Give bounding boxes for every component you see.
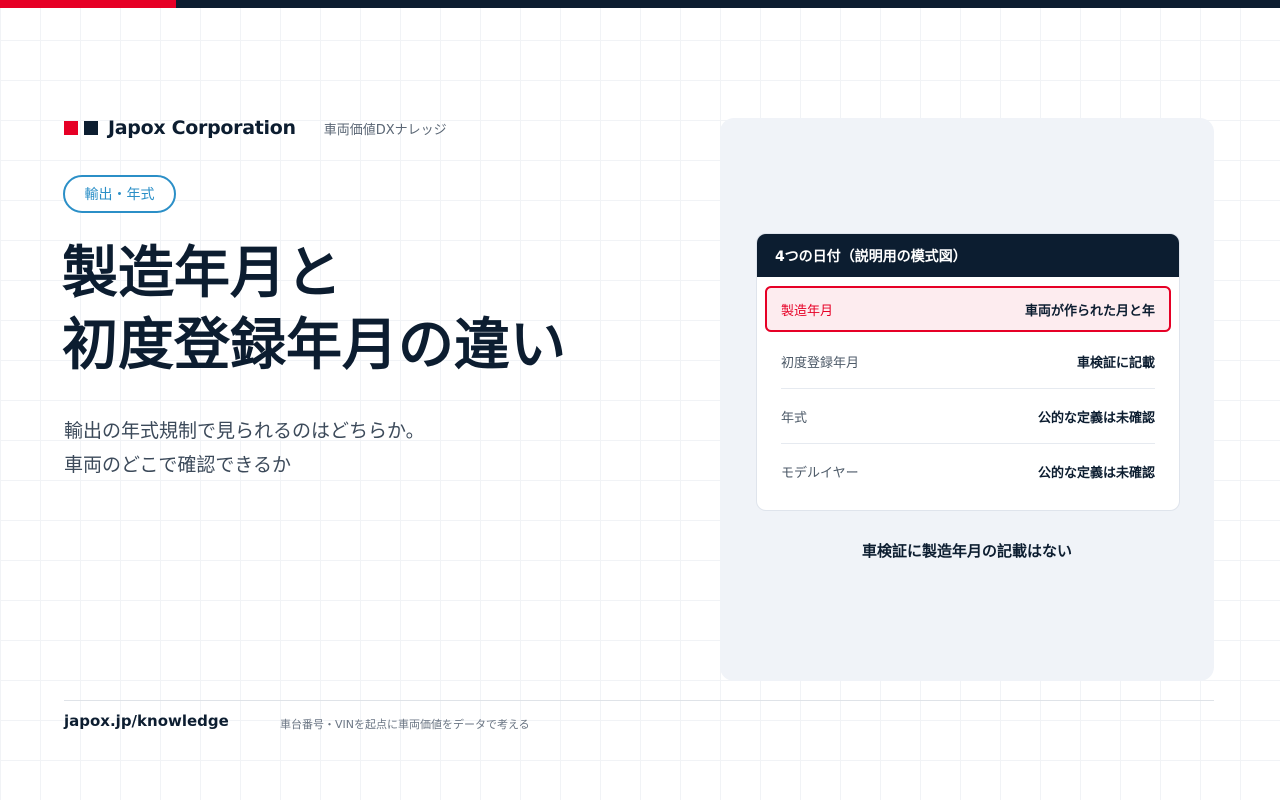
date-row-label: 初度登録年月: [781, 355, 860, 371]
logo-red-square: [64, 121, 78, 135]
date-row-value: 公的な定義は未確認: [1037, 410, 1155, 426]
brand-name: Japox Corporation: [108, 117, 296, 139]
brand-subtitle: 車両価値DXナレッジ: [323, 122, 447, 138]
page-subtitle-line-2: 車両のどこで確認できるか: [64, 454, 292, 476]
page-subtitle-line-1: 輸出の年式規制で見られるのはどちらか。: [64, 420, 425, 442]
date-row-first-registration: 初度登録年月 車検証に記載: [781, 334, 1155, 389]
date-row-model-year-jp: 年式 公的な定義は未確認: [781, 389, 1155, 444]
footer-divider: [64, 700, 1214, 701]
date-row-label: 年式: [781, 410, 808, 426]
category-tag: 輸出・年式: [63, 175, 176, 213]
date-row-label: 製造年月: [781, 303, 834, 319]
page-subtitle: 輸出の年式規制で見られるのはどちらか。 車両のどこで確認できるか: [64, 414, 425, 482]
date-row-model-year: モデルイヤー 公的な定義は未確認: [781, 444, 1155, 498]
diagram-panel: 4つの日付（説明用の模式図） 製造年月 車両が作られた月と年 初度登録年月 車検…: [720, 118, 1214, 681]
page-title-line-2: 初度登録年月の違い: [62, 313, 566, 378]
dates-card: 4つの日付（説明用の模式図） 製造年月 車両が作られた月と年 初度登録年月 車検…: [756, 233, 1180, 511]
date-row-label: モデルイヤー: [781, 465, 859, 481]
date-row-value: 公的な定義は未確認: [1037, 465, 1155, 481]
footer-tagline: 車台番号・VINを起点に車両価値をデータで考える: [280, 718, 530, 731]
panel-note: 車検証に製造年月の記載はない: [861, 542, 1072, 560]
date-row-value: 車両が作られた月と年: [1024, 303, 1155, 319]
top-bar-accent: [0, 0, 176, 8]
footer-url-link[interactable]: japox.jp/knowledge: [64, 712, 229, 730]
brand: Japox Corporation 車両価値DXナレッジ: [64, 116, 447, 140]
logo-navy-square: [84, 121, 98, 135]
page-title: 製造年月と 初度登録年月の違い: [62, 238, 566, 382]
page-title-line-1: 製造年月と: [62, 241, 342, 306]
dates-card-header: 4つの日付（説明用の模式図）: [757, 234, 1179, 277]
date-row-manufacture: 製造年月 車両が作られた月と年: [765, 286, 1171, 332]
top-bar: [0, 0, 1280, 8]
date-row-value: 車検証に記載: [1076, 355, 1155, 371]
